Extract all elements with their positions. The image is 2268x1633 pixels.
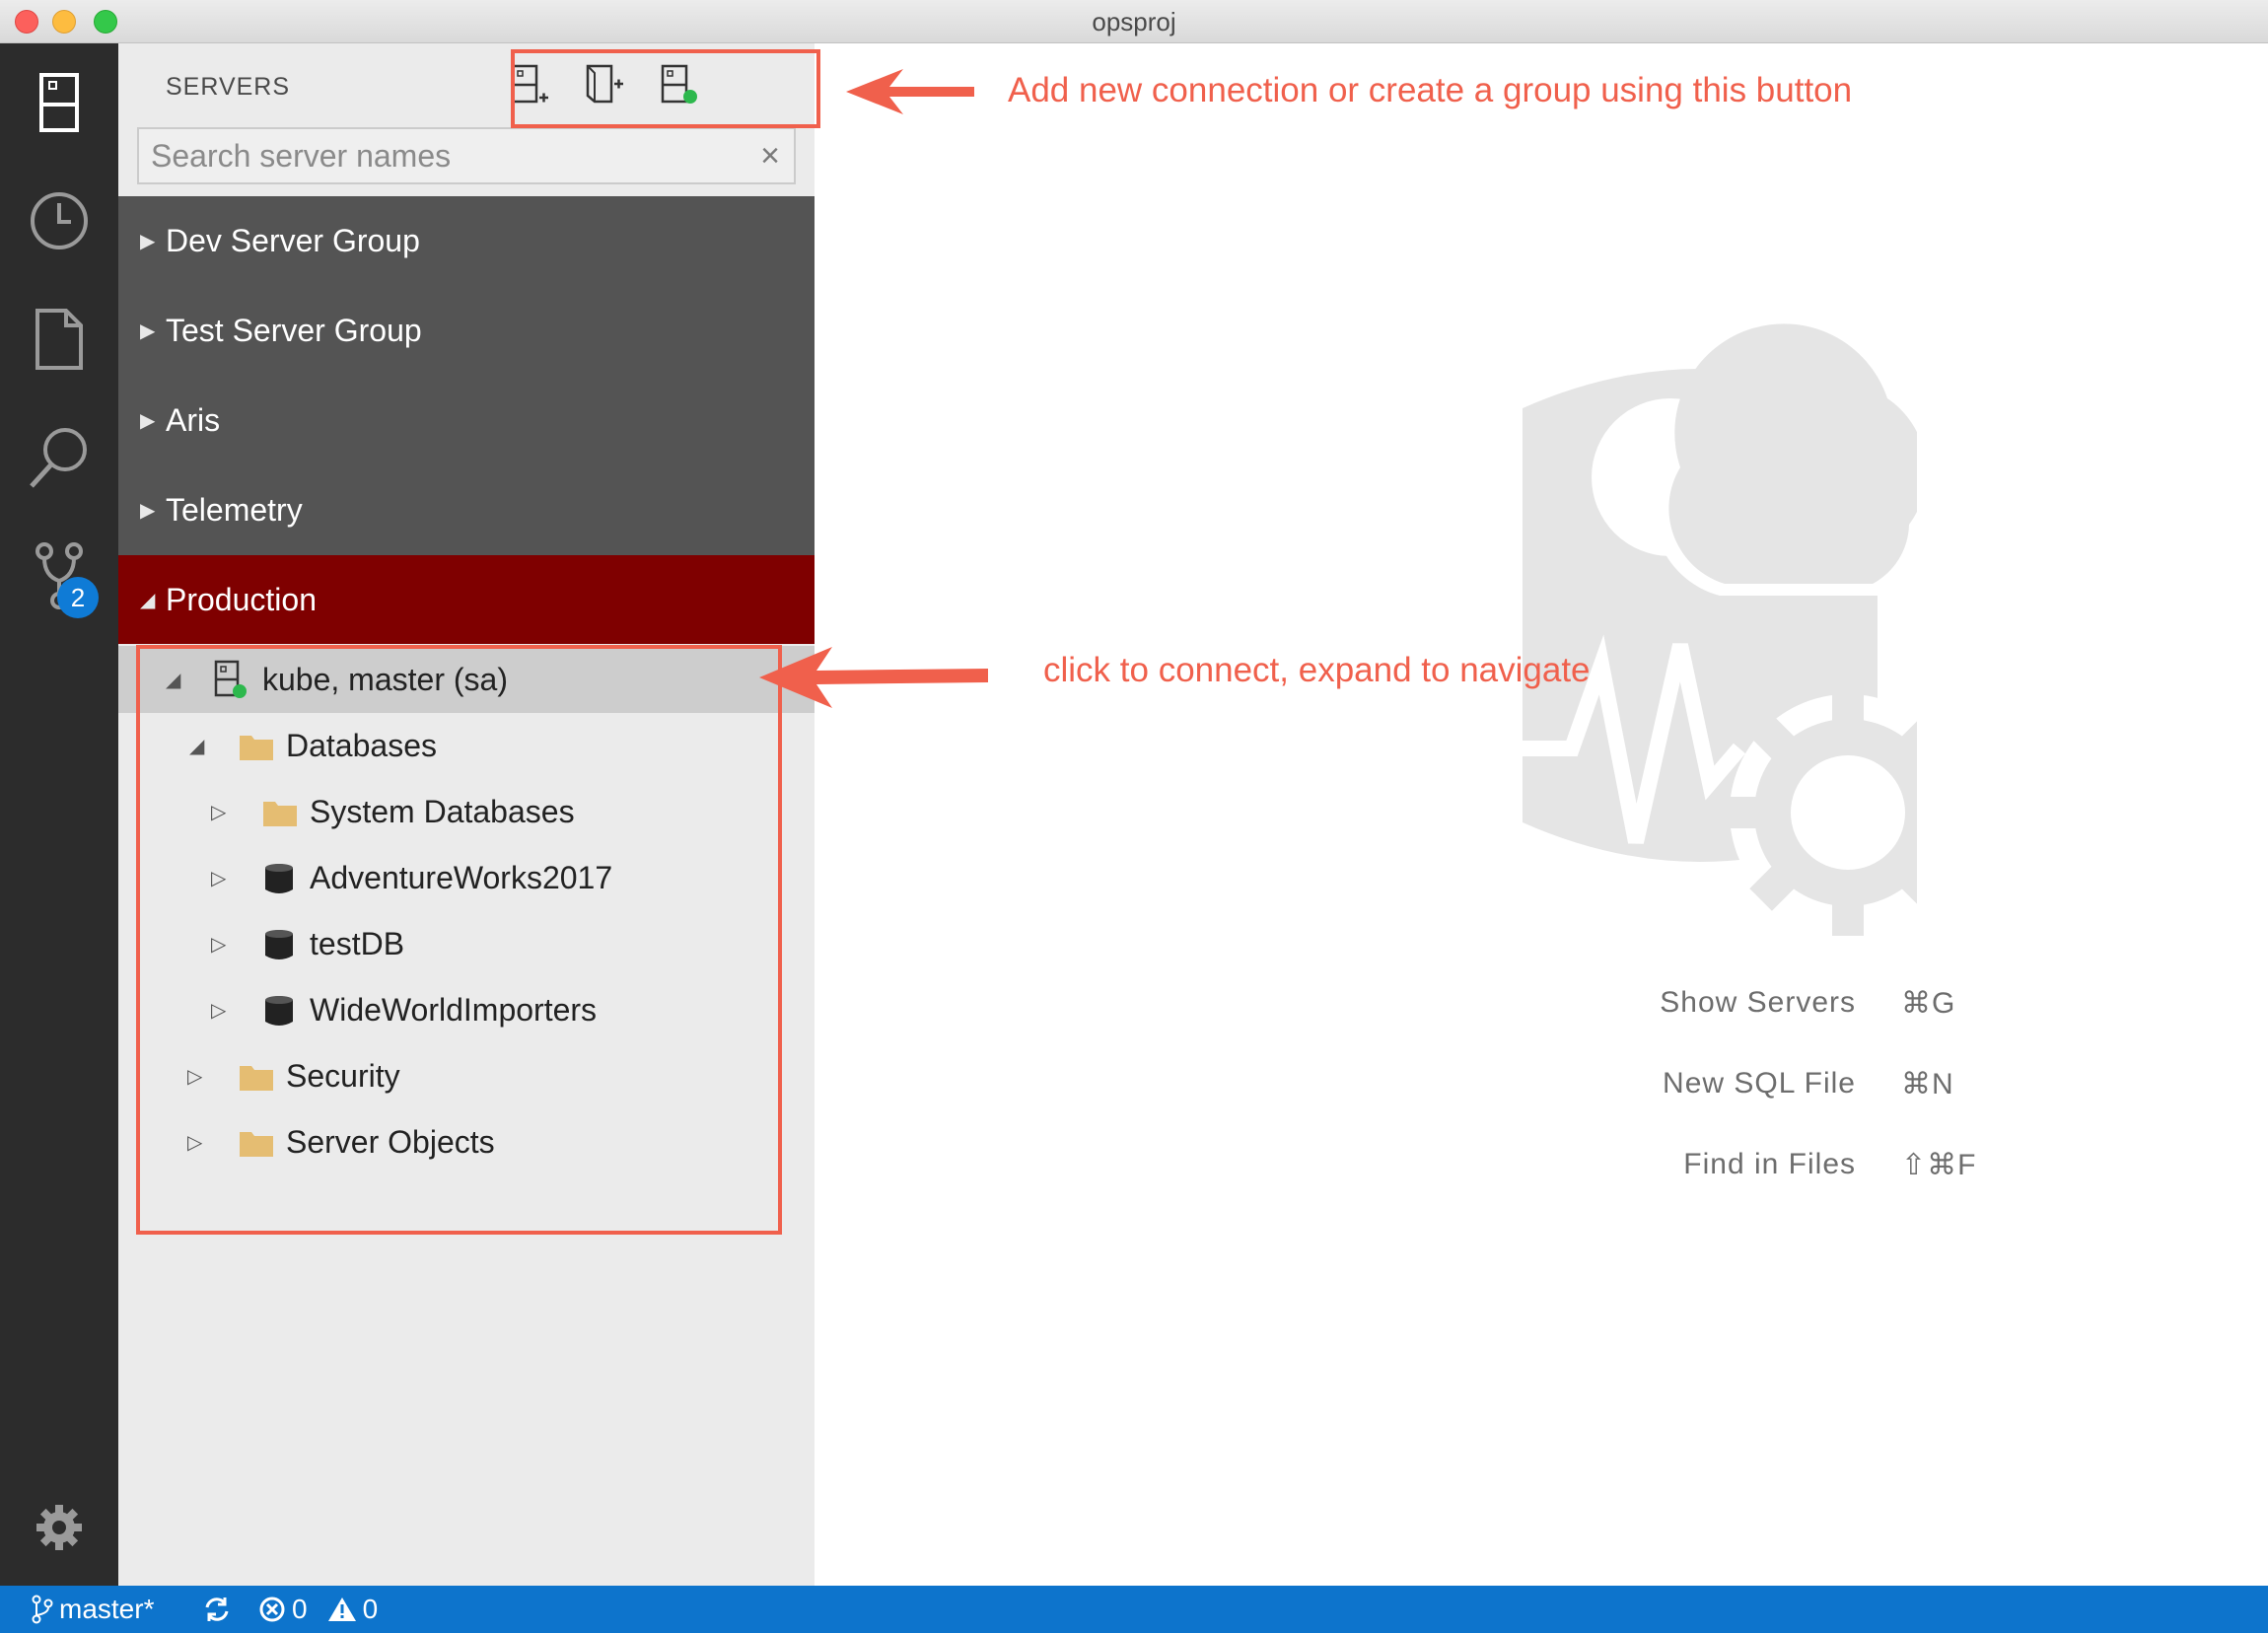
show-servers-label: Show Servers xyxy=(1660,986,1856,1019)
window-title: opsproj xyxy=(1092,7,1176,36)
tree-annotation-arrow-icon xyxy=(759,647,988,708)
source-control-badge: 2 xyxy=(57,577,99,618)
git-branch-icon xyxy=(32,1595,53,1624)
file-icon xyxy=(35,309,83,370)
error-icon xyxy=(259,1597,285,1622)
sidebar-title: SERVERS xyxy=(166,73,291,101)
activity-search[interactable] xyxy=(0,408,118,507)
tree-annotation-box xyxy=(136,645,782,1235)
group-label: Test Server Group xyxy=(166,313,422,348)
tree-annotation-text: click to connect, expand to navigate xyxy=(1043,651,1591,689)
sync-icon xyxy=(205,1598,229,1621)
warning-count: 0 xyxy=(362,1594,379,1624)
search-input[interactable]: Search server names × xyxy=(137,127,796,184)
collapsed-arrow-icon: ▶ xyxy=(140,410,156,432)
branch-status[interactable]: master* xyxy=(32,1594,154,1625)
activity-servers[interactable] xyxy=(0,53,118,152)
activity-settings[interactable] xyxy=(0,1478,118,1577)
activity-source-control[interactable] xyxy=(0,527,118,625)
gear-icon xyxy=(36,1505,82,1550)
find-in-files-keys: ⇧⌘F xyxy=(1901,1149,1977,1181)
welcome-area: Show Servers ⌘G New SQL File ⌘N Find in … xyxy=(815,43,2268,1586)
branch-name: master* xyxy=(59,1594,155,1624)
group-label: Telemetry xyxy=(166,492,303,528)
toolbar-annotation-arrow-icon xyxy=(846,69,974,114)
problems-status[interactable]: 0 0 xyxy=(258,1594,378,1625)
group-label: Dev Server Group xyxy=(166,223,420,258)
toolbar-annotation-text: Add new connection or create a group usi… xyxy=(1008,71,1853,109)
expanded-arrow-icon: ◢ xyxy=(140,589,156,611)
find-in-files-label: Find in Files xyxy=(1683,1148,1856,1180)
clear-search-icon[interactable]: × xyxy=(760,129,780,182)
error-count: 0 xyxy=(292,1594,308,1624)
group-label: Aris xyxy=(166,402,221,438)
search-placeholder: Search server names xyxy=(151,138,452,174)
show-servers-keys: ⌘G xyxy=(1901,987,1956,1020)
server-group-aris[interactable]: ▶ Aris xyxy=(118,376,815,465)
server-icon xyxy=(39,73,79,132)
server-group-telemetry[interactable]: ▶ Telemetry xyxy=(118,465,815,555)
server-groups: ▶ Dev Server Group ▶ Test Server Group ▶… xyxy=(118,196,815,644)
sync-button[interactable] xyxy=(203,1596,231,1623)
history-icon xyxy=(31,192,88,249)
toolbar-annotation-box xyxy=(511,49,820,128)
collapsed-arrow-icon: ▶ xyxy=(140,500,156,522)
activity-bar: 2 xyxy=(0,43,118,1586)
activity-history[interactable] xyxy=(0,172,118,270)
collapsed-arrow-icon: ▶ xyxy=(140,231,156,252)
server-group-dev[interactable]: ▶ Dev Server Group xyxy=(118,196,815,286)
new-sql-file-keys: ⌘N xyxy=(1901,1068,1954,1100)
activity-explorer[interactable] xyxy=(0,290,118,389)
title-bar: opsproj xyxy=(0,0,2268,43)
new-sql-file-label: New SQL File xyxy=(1663,1067,1856,1100)
server-group-test[interactable]: ▶ Test Server Group xyxy=(118,286,815,376)
server-group-production[interactable]: ◢ Production xyxy=(118,555,815,644)
sql-cloud-watermark-icon xyxy=(1523,323,1917,936)
collapsed-arrow-icon: ▶ xyxy=(140,320,156,342)
group-label: Production xyxy=(166,581,317,617)
warning-icon xyxy=(327,1598,356,1621)
status-bar: master* 0 0 xyxy=(0,1586,2268,1633)
search-icon xyxy=(30,428,87,488)
